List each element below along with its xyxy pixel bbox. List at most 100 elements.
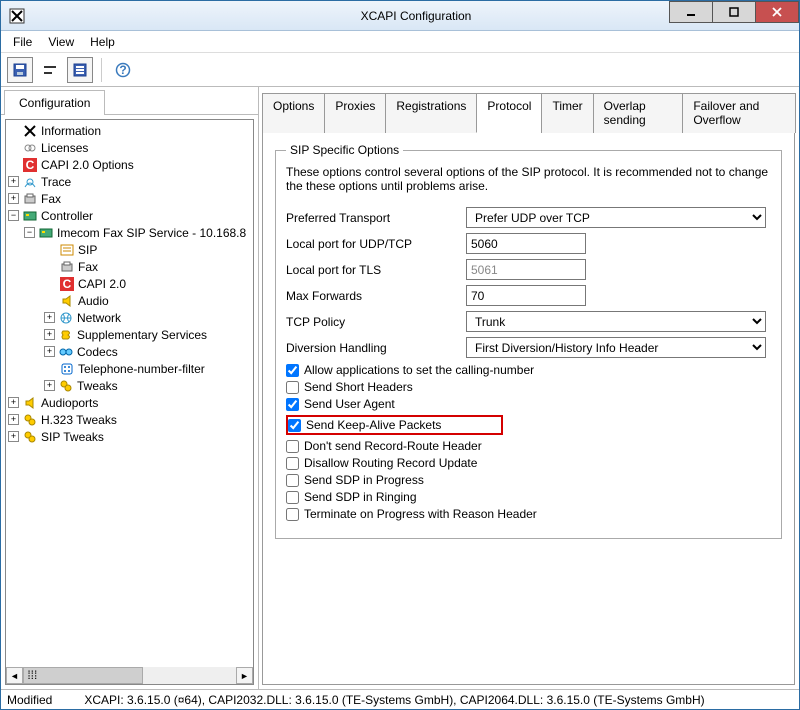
chk-ua-label: Send User Agent (304, 397, 395, 411)
tab-options[interactable]: Options (262, 93, 325, 133)
tree-item-fax2[interactable]: Fax (6, 258, 253, 275)
toolbar-button-3[interactable] (67, 57, 93, 83)
toolbar-separator (101, 58, 102, 82)
tree-item-trace[interactable]: +Trace (6, 173, 253, 190)
menu-view[interactable]: View (42, 33, 80, 51)
tree-item-supplementary[interactable]: +Supplementary Services (6, 326, 253, 343)
tree-item-audio[interactable]: Audio (6, 292, 253, 309)
chk-sdp-progress[interactable] (286, 474, 299, 487)
chk-user-agent[interactable] (286, 398, 299, 411)
tree-item-information[interactable]: Information (6, 122, 253, 139)
window-buttons (670, 1, 799, 23)
expand-icon[interactable]: + (8, 193, 19, 204)
title-bar: XCAPI Configuration (1, 1, 799, 31)
chk-keep-alive[interactable] (288, 419, 301, 432)
tab-registrations[interactable]: Registrations (385, 93, 477, 133)
chk-terminate[interactable] (286, 508, 299, 521)
max-forwards-input[interactable] (466, 285, 586, 306)
tree-item-licenses[interactable]: Licenses (6, 139, 253, 156)
capi-icon: C (22, 158, 38, 172)
sip-options-group: SIP Specific Options These options contr… (275, 143, 782, 539)
diversion-select[interactable]: First Diversion/History Info Header (466, 337, 766, 358)
expand-icon[interactable]: + (8, 397, 19, 408)
local-port-udp-input[interactable] (466, 233, 586, 254)
left-tab-strip: Configuration (1, 87, 258, 115)
tab-failover[interactable]: Failover and Overflow (682, 93, 796, 133)
help-button[interactable]: ? (110, 57, 136, 83)
scroll-thumb[interactable]: ⁞⁞⁞ (23, 667, 143, 684)
expand-icon[interactable]: + (44, 346, 55, 357)
tab-overlap[interactable]: Overlap sending (593, 93, 684, 133)
left-pane: Configuration Information Licenses CCAPI… (1, 87, 259, 689)
expand-icon[interactable]: + (44, 312, 55, 323)
chk-recordroute-label: Don't send Record-Route Header (304, 439, 482, 453)
preferred-transport-select[interactable]: Prefer UDP over TCP (466, 207, 766, 228)
group-legend: SIP Specific Options (286, 143, 403, 157)
menu-file[interactable]: File (7, 33, 38, 51)
scroll-track[interactable]: ⁞⁞⁞ (23, 667, 236, 684)
chk-sdp-ringing-label: Send SDP in Ringing (304, 490, 417, 504)
tab-timer[interactable]: Timer (541, 93, 593, 133)
tree-item-fax[interactable]: +Fax (6, 190, 253, 207)
controller-icon (38, 226, 54, 240)
expand-icon[interactable]: + (8, 414, 19, 425)
main-split: Configuration Information Licenses CCAPI… (1, 87, 799, 689)
tree-item-siptweaks[interactable]: +SIP Tweaks (6, 428, 253, 445)
scroll-left-button[interactable]: ◄ (6, 667, 23, 684)
tcp-policy-select[interactable]: Trunk (466, 311, 766, 332)
expand-icon[interactable]: + (44, 380, 55, 391)
status-bar: Modified XCAPI: 3.6.15.0 (¤64), CAPI2032… (1, 689, 799, 709)
group-description: These options control several options of… (286, 165, 771, 193)
chk-keepalive-label: Send Keep-Alive Packets (306, 418, 441, 432)
max-forwards-label: Max Forwards (286, 289, 466, 303)
tree-item-codecs[interactable]: +Codecs (6, 343, 253, 360)
expand-icon[interactable]: + (8, 176, 19, 187)
save-button[interactable] (7, 57, 33, 83)
svg-text:?: ? (119, 63, 126, 77)
chk-sdp-ringing[interactable] (286, 491, 299, 504)
tab-proxies[interactable]: Proxies (324, 93, 386, 133)
collapse-icon[interactable]: − (24, 227, 35, 238)
capi-icon: C (59, 277, 75, 291)
fax-icon (59, 260, 75, 274)
tree-item-service[interactable]: −Imecom Fax SIP Service - 10.168.8 (6, 224, 253, 241)
status-version: XCAPI: 3.6.15.0 (¤64), CAPI2032.DLL: 3.6… (84, 693, 704, 707)
expand-icon[interactable]: + (44, 329, 55, 340)
tab-configuration[interactable]: Configuration (4, 90, 105, 115)
app-window: XCAPI Configuration File View Help ? (0, 0, 800, 710)
menu-help[interactable]: Help (84, 33, 121, 51)
tree-item-capi20-options[interactable]: CCAPI 2.0 Options (6, 156, 253, 173)
chk-record-route[interactable] (286, 440, 299, 453)
chk-sdp-progress-label: Send SDP in Progress (304, 473, 424, 487)
tab-strip: Options Proxies Registrations Protocol T… (262, 92, 795, 133)
minimize-button[interactable] (669, 1, 713, 23)
collapse-icon[interactable]: − (8, 210, 19, 221)
tree-item-sip[interactable]: SIP (6, 241, 253, 258)
trace-icon (22, 175, 38, 189)
tree-item-audioports[interactable]: +Audioports (6, 394, 253, 411)
tcp-policy-label: TCP Policy (286, 315, 466, 329)
chk-short-headers[interactable] (286, 381, 299, 394)
expand-icon[interactable]: + (8, 431, 19, 442)
tweaks-icon (58, 379, 74, 393)
chk-allow-label: Allow applications to set the calling-nu… (304, 363, 534, 377)
toolbar-button-2[interactable] (37, 57, 63, 83)
tree-item-tnf[interactable]: Telephone-number-filter (6, 360, 253, 377)
scroll-right-button[interactable]: ► (236, 667, 253, 684)
chk-allow-calling-number[interactable] (286, 364, 299, 377)
tree-item-h323[interactable]: +H.323 Tweaks (6, 411, 253, 428)
close-button[interactable] (755, 1, 799, 23)
local-port-tls-label: Local port for TLS (286, 263, 466, 277)
maximize-button[interactable] (712, 1, 756, 23)
tree-item-network[interactable]: +Network (6, 309, 253, 326)
tree-item-capi20[interactable]: CCAPI 2.0 (6, 275, 253, 292)
tree-item-controller[interactable]: −Controller (6, 207, 253, 224)
horizontal-scrollbar[interactable]: ◄ ⁞⁞⁞ ► (6, 667, 253, 684)
right-pane: Options Proxies Registrations Protocol T… (259, 87, 799, 689)
tree-item-tweaks[interactable]: +Tweaks (6, 377, 253, 394)
protocol-panel: SIP Specific Options These options contr… (262, 133, 795, 685)
supplementary-icon (58, 328, 74, 342)
chk-disallow-routing[interactable] (286, 457, 299, 470)
tree-view[interactable]: Information Licenses CCAPI 2.0 Options +… (5, 119, 254, 685)
tab-protocol[interactable]: Protocol (476, 93, 542, 133)
